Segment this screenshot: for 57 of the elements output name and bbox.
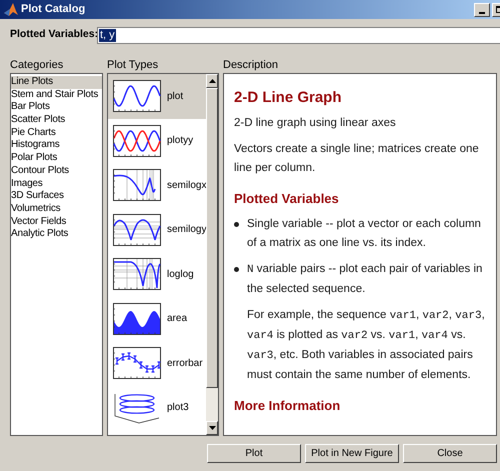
scrollbar[interactable]: [206, 74, 218, 435]
plot-type-item[interactable]: loglog: [108, 252, 206, 296]
two-line-plot-thumbnail-icon: [113, 124, 161, 157]
bullet-icon: [234, 267, 239, 272]
minimize-icon: [479, 12, 485, 14]
description-title: 2-D Line Graph: [234, 88, 343, 107]
gridded-plot-thumbnail-icon: [113, 258, 161, 290]
errorbar-plot-thumbnail-icon: [113, 347, 161, 380]
scroll-thumb[interactable]: [206, 88, 218, 388]
plot-type-item[interactable]: plot3: [108, 386, 206, 430]
bullet-text: N variable pairs -- plot each pair of variables in the selected sequence.: [247, 262, 484, 297]
category-item[interactable]: Scatter Plots: [11, 114, 102, 127]
category-item[interactable]: Contour Plots: [11, 164, 102, 178]
category-item[interactable]: Bar Plots: [11, 101, 102, 114]
category-item[interactable]: Images: [11, 178, 102, 190]
category-item[interactable]: Vector Fields: [11, 216, 102, 228]
helix-thumbnail-icon: [113, 392, 161, 424]
section-heading: More Information: [234, 397, 342, 415]
plot-type-item[interactable]: area: [108, 296, 206, 341]
category-item[interactable]: Line Plots: [11, 76, 102, 89]
line-plot-thumbnail-icon: [113, 80, 161, 112]
description-text: 2-D line graph using linear axes: [234, 116, 397, 131]
description-text: Vectors create a single line; matrices create one line per column.: [234, 142, 480, 176]
section-heading: Plotted Variables: [234, 190, 340, 208]
down-arrow-icon: [208, 426, 216, 430]
field-label: Plotted Variables:: [10, 27, 97, 42]
dialog-button[interactable]: Plot in New Figure: [305, 444, 399, 463]
scroll-down-button[interactable]: [206, 421, 218, 435]
category-item[interactable]: Histograms: [11, 139, 102, 152]
up-arrow-icon: [208, 79, 216, 83]
plot-type-item[interactable]: errorbar: [108, 341, 206, 386]
column-heading: Plot Types: [107, 58, 160, 73]
dialog-button[interactable]: Plot: [207, 444, 301, 463]
category-item[interactable]: Analytic Plots: [11, 228, 102, 241]
area-plot-thumbnail-icon: [113, 302, 161, 335]
bullet-text: Single variable -- plot a vector or each column of a matrix as one line vs. its index.: [247, 217, 482, 251]
app-logo-icon: [4, 3, 18, 16]
plot-type-item[interactable]: semilogx: [108, 163, 206, 208]
description-text: For example, the sequence var1, var2, var3, var4 is plotted as var2 vs. var1, var4 vs. var3, etc. Both variables in associated pairs must contain the same number of elements.: [246, 308, 486, 383]
category-item[interactable]: Stem and Stair Plots: [11, 88, 102, 102]
curve-plot-thumbnail-icon: [113, 169, 161, 202]
window-title: Plot Catalog: [21, 2, 86, 18]
plot-type-item[interactable]: plotyy: [108, 118, 206, 163]
bullet-icon: [234, 222, 239, 227]
dialog-button[interactable]: Close: [403, 444, 497, 463]
scroll-up-button[interactable]: [206, 74, 218, 88]
category-item[interactable]: Volumetrics: [11, 202, 102, 216]
column-heading: Description: [223, 58, 278, 73]
column-heading: Categories: [10, 58, 64, 73]
dip-plot-thumbnail-icon: [113, 214, 161, 246]
category-item[interactable]: 3D Surfaces: [11, 190, 102, 203]
plot-type-item[interactable]: plot: [108, 74, 206, 118]
plot-type-item[interactable]: semilogy: [108, 208, 206, 252]
minimize-button[interactable]: [474, 2, 490, 16]
category-item[interactable]: Polar Plots: [11, 152, 102, 165]
variables-input[interactable]: t, y: [97, 26, 500, 44]
category-item[interactable]: Pie Charts: [11, 126, 102, 140]
